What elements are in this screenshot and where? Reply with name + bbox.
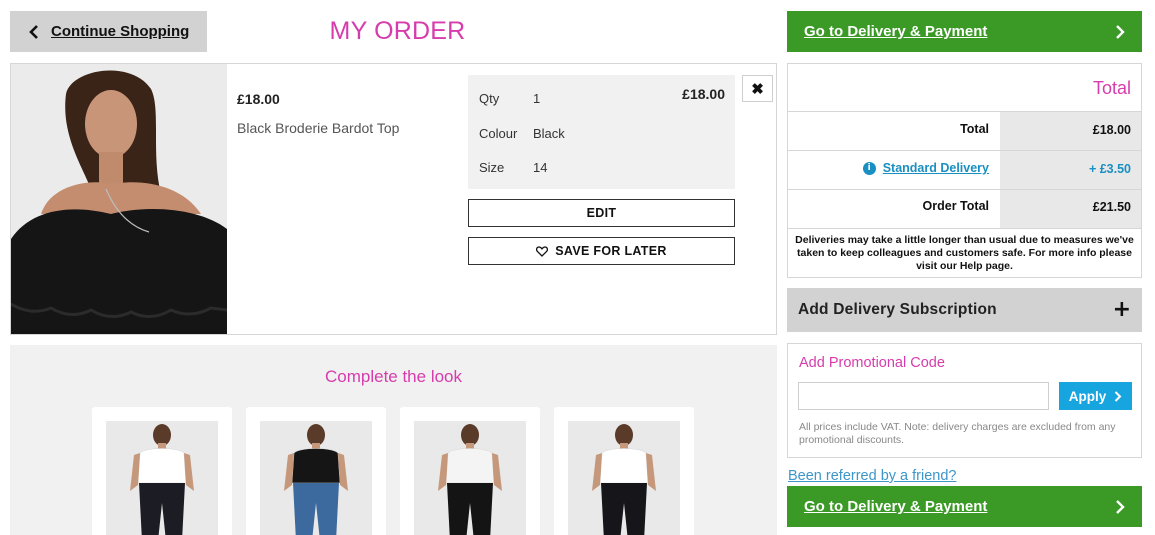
order-total-label: Order Total: [922, 199, 989, 213]
add-delivery-subscription[interactable]: Add Delivery Subscription +: [787, 288, 1142, 332]
vat-note: All prices include VAT. Note: delivery c…: [799, 421, 1116, 446]
look-product-card[interactable]: [400, 407, 540, 535]
divider: [788, 228, 1141, 229]
apply-button[interactable]: Apply: [1059, 382, 1132, 410]
go-to-delivery-payment-button-top[interactable]: Go to Delivery & Payment: [787, 11, 1142, 52]
complete-the-look-title: Complete the look: [324, 367, 463, 386]
go-to-delivery-payment-label: Go to Delivery & Payment: [804, 498, 988, 515]
item-name[interactable]: Black Broderie Bardot Top: [237, 120, 399, 136]
product-image[interactable]: [11, 64, 227, 334]
plus-icon: +: [1112, 297, 1131, 322]
apply-label: Apply: [1068, 388, 1107, 404]
qty-label: Qty: [479, 91, 500, 106]
go-to-delivery-payment-button-bottom[interactable]: Go to Delivery & Payment: [787, 486, 1142, 527]
add-delivery-subscription-label: Add Delivery Subscription: [798, 301, 997, 318]
standard-delivery-label: Standard Delivery: [882, 161, 989, 175]
colour-label: Colour: [479, 126, 518, 141]
promo-code-title: Add Promotional Code: [799, 355, 945, 371]
close-icon: ✖: [751, 80, 764, 98]
save-for-later-button[interactable]: SAVE FOR LATER: [468, 237, 735, 265]
edit-button[interactable]: EDIT: [468, 199, 735, 227]
summary-heading: Total: [1092, 78, 1131, 98]
remove-item-button[interactable]: ✖: [742, 75, 773, 102]
qty-value: 1: [533, 91, 541, 106]
look-product-card[interactable]: [246, 407, 386, 535]
total-value: £18.00: [1092, 123, 1131, 137]
total-label: Total: [960, 122, 989, 136]
order-total-value: £21.50: [1092, 200, 1131, 214]
colour-value: Black: [533, 126, 565, 141]
chevron-right-icon: [1116, 499, 1125, 514]
save-for-later-label: SAVE FOR LATER: [555, 244, 667, 258]
referral-link[interactable]: Been referred by a friend?: [788, 468, 956, 484]
delivery-cost: + £3.50: [1088, 162, 1131, 176]
edit-label: EDIT: [586, 206, 617, 220]
basket-item: £18.00 Black Broderie Bardot Top Qty 1 C…: [10, 63, 777, 335]
standard-delivery-link[interactable]: i Standard Delivery: [862, 161, 989, 175]
item-details: Qty 1 Colour Black Size 14 £18.00: [468, 75, 735, 189]
promo-code-input[interactable]: [798, 382, 1049, 410]
look-product-image: [568, 421, 680, 535]
promo-code-panel: Add Promotional Code Apply All prices in…: [787, 343, 1142, 458]
item-price: £18.00: [237, 91, 280, 107]
chevron-right-icon: [1115, 390, 1122, 402]
complete-the-look-panel: Complete the look: [10, 345, 777, 535]
chevron-right-icon: [1116, 24, 1125, 39]
look-product-card[interactable]: [92, 407, 232, 535]
info-icon: i: [862, 161, 876, 175]
size-label: Size: [479, 160, 505, 175]
order-summary: Total Total £18.00 i Standard Delivery +…: [787, 63, 1142, 278]
line-price: £18.00: [682, 86, 725, 102]
go-to-delivery-payment-label: Go to Delivery & Payment: [804, 23, 988, 40]
product-photo-illustration: [11, 64, 227, 334]
page-title: MY ORDER: [329, 17, 466, 45]
delivery-notice: Deliveries may take a little longer than…: [795, 234, 1134, 272]
look-product-image: [106, 421, 218, 535]
size-value: 14: [533, 160, 548, 175]
look-product-card[interactable]: [554, 407, 694, 535]
look-product-image: [260, 421, 372, 535]
heart-icon: [536, 245, 549, 257]
look-product-image: [414, 421, 526, 535]
